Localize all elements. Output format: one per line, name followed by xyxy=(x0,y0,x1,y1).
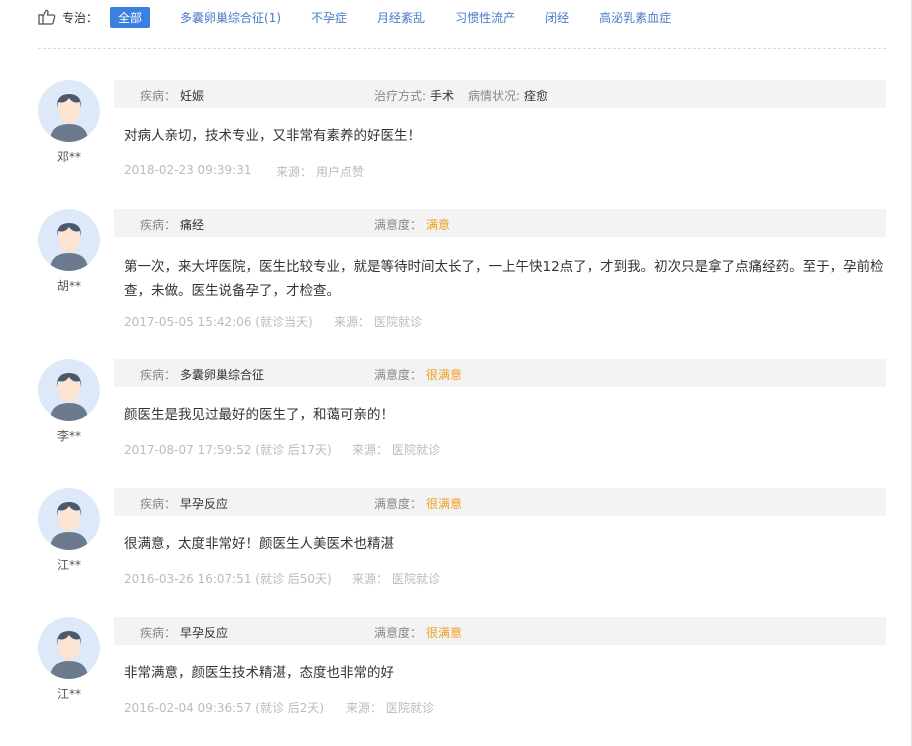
source-label: 来源： xyxy=(352,443,389,457)
disease-value: 早孕反应 xyxy=(180,626,229,640)
condition-label: 病情状况: xyxy=(468,89,521,103)
satisfaction-value: 很满意 xyxy=(426,497,463,511)
review-text: 很满意，太度非常好！颜医生人美医术也精湛 xyxy=(124,536,394,552)
disease-label: 疾病： xyxy=(140,497,177,511)
filter-tag-infertility[interactable]: 不孕症 xyxy=(311,9,347,26)
review-time: 2017-05-05 15:42:06 (就诊当天) xyxy=(124,315,313,329)
satisfaction-value: 很满意 xyxy=(426,368,463,382)
filter-tag-all[interactable]: 全部 xyxy=(110,6,151,28)
satisfaction-label: 满意度： xyxy=(374,368,423,382)
source-value: 医院就诊 xyxy=(374,315,423,329)
thumbs-up-icon xyxy=(38,9,56,25)
source-label: 来源： xyxy=(352,572,389,586)
user-avatar-icon xyxy=(38,617,100,679)
treatment-label: 治疗方式: xyxy=(374,89,427,103)
filter-tag-amenorrhea[interactable]: 闭经 xyxy=(545,9,569,26)
specialty-filter-bar: 专治： 全部 多囊卵巢综合征(1) 不孕症 月经紊乱 习惯性流产 闭经 高泌乳素… xyxy=(38,0,886,34)
disease-value: 妊娠 xyxy=(180,89,205,103)
review-time: 2018-02-23 09:39:31 xyxy=(124,163,252,177)
disease-label: 疾病： xyxy=(140,218,177,232)
user-avatar-icon xyxy=(38,359,100,421)
review-text: 第一次，来大坪医院，医生比较专业，就是等待时间太长了，一上午快12点了，才到我。… xyxy=(124,259,884,299)
disease-value: 早孕反应 xyxy=(180,497,229,511)
satisfaction-value: 满意 xyxy=(426,218,451,232)
source-value: 医院就诊 xyxy=(392,572,441,586)
source-label: 来源： xyxy=(346,701,383,715)
condition-value: 痊愈 xyxy=(524,89,549,103)
review-info-bar: 疾病： 痛经 满意度： 满意 xyxy=(114,209,886,237)
user-name: 江** xyxy=(56,687,81,701)
review-time: 2016-03-26 16:07:51 (就诊 后50天) xyxy=(124,572,332,586)
satisfaction-label: 满意度： xyxy=(374,497,423,511)
review-time: 2017-08-07 17:59:52 (就诊 后17天) xyxy=(124,443,332,457)
review-item: 江** 疾病： 早孕反应 满意度： 很满意 很满意，太度非常好！颜医生人美医术也… xyxy=(38,488,886,608)
review-info-bar: 疾病： 早孕反应 满意度： 很满意 xyxy=(114,617,886,645)
disease-value: 多囊卵巢综合征 xyxy=(180,368,265,382)
disease-label: 疾病： xyxy=(140,368,177,382)
review-info-bar: 疾病： 多囊卵巢综合征 满意度： 很满意 xyxy=(114,359,886,387)
source-label: 来源： xyxy=(276,165,313,179)
review-text: 对病人亲切，技术专业，又非常有素养的好医生！ xyxy=(124,128,421,144)
review-text: 颜医生是我见过最好的医生了，和蔼可亲的！ xyxy=(124,407,394,423)
review-info-bar: 疾病： 早孕反应 满意度： 很满意 xyxy=(114,488,886,516)
source-label: 来源： xyxy=(334,315,371,329)
source-value: 医院就诊 xyxy=(386,701,435,715)
disease-label: 疾病： xyxy=(140,89,177,103)
satisfaction-label: 满意度： xyxy=(374,626,423,640)
satisfaction-label: 满意度： xyxy=(374,218,423,232)
user-name: 李** xyxy=(56,429,81,443)
review-time: 2016-02-04 09:36:57 (就诊 后2天) xyxy=(124,701,325,715)
review-info-bar: 疾病： 妊娠 治疗方式: 手术 病情状况: 痊愈 xyxy=(114,80,886,108)
filter-tag-habitual-miscarriage[interactable]: 习惯性流产 xyxy=(455,9,515,26)
source-value: 医院就诊 xyxy=(392,443,441,457)
treatment-value: 手术 xyxy=(430,89,455,103)
user-avatar-icon xyxy=(38,488,100,550)
filter-tag-menstrual-disorder[interactable]: 月经紊乱 xyxy=(377,9,425,26)
user-name: 胡** xyxy=(56,279,81,293)
filter-divider xyxy=(38,48,886,49)
disease-value: 痛经 xyxy=(180,218,205,232)
review-item: 邓** 疾病： 妊娠 治疗方式: 手术 病情状况: 痊愈 对病人亲切，技术专业，… xyxy=(38,80,886,200)
satisfaction-value: 很满意 xyxy=(426,626,463,640)
disease-label: 疾病： xyxy=(140,626,177,640)
user-avatar-icon xyxy=(38,209,100,271)
specialty-label: 专治： xyxy=(62,10,99,25)
review-item: 江** 疾病： 早孕反应 满意度： 很满意 非常满意，颜医生技术精湛，态度也非常… xyxy=(38,617,886,737)
filter-tag-pcos[interactable]: 多囊卵巢综合征(1) xyxy=(180,9,281,26)
filter-tag-hyperprolactinemia[interactable]: 高泌乳素血症 xyxy=(599,9,671,26)
source-value: 用户点赞 xyxy=(316,165,365,179)
user-name: 邓** xyxy=(56,150,81,164)
user-name: 江** xyxy=(56,558,81,572)
review-item: 胡** 疾病： 痛经 满意度： 满意 第一次，来大坪医院，医生比较专业，就是等待… xyxy=(38,209,886,339)
review-text: 非常满意，颜医生技术精湛，态度也非常的好 xyxy=(124,665,394,681)
user-avatar-icon xyxy=(38,80,100,142)
review-item: 李** 疾病： 多囊卵巢综合征 满意度： 很满意 颜医生是我见过最好的医生了，和… xyxy=(38,359,886,479)
